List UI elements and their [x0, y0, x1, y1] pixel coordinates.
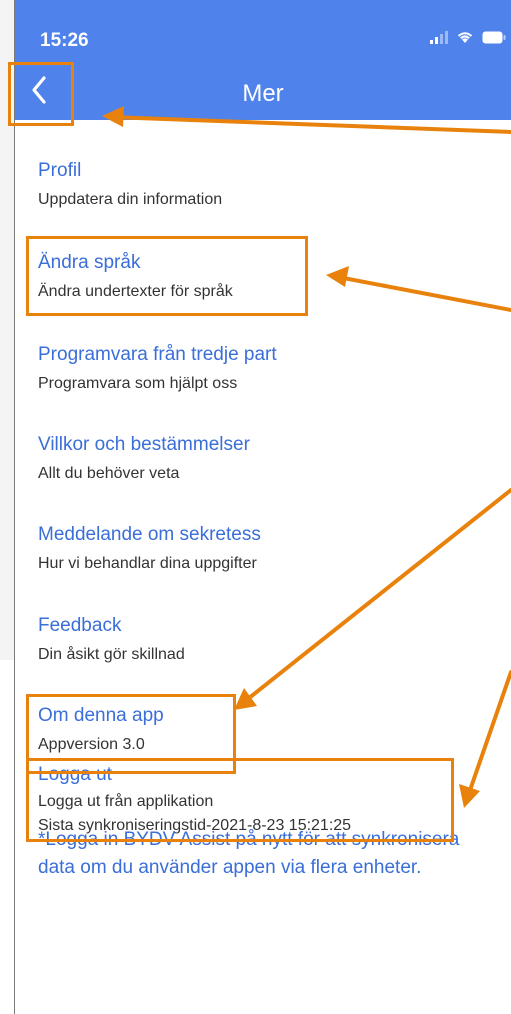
arrowhead-logout [459, 784, 480, 808]
annotation-arrow-logout [466, 670, 511, 798]
annotation-arrow-language [336, 275, 511, 312]
annotation-arrow-about [242, 488, 511, 704]
annotation-arrows [102, 106, 511, 808]
arrowhead-about [234, 688, 257, 710]
annotation-arrow-back [110, 115, 511, 134]
arrowhead-language [326, 266, 349, 287]
arrowhead-back [102, 106, 124, 127]
